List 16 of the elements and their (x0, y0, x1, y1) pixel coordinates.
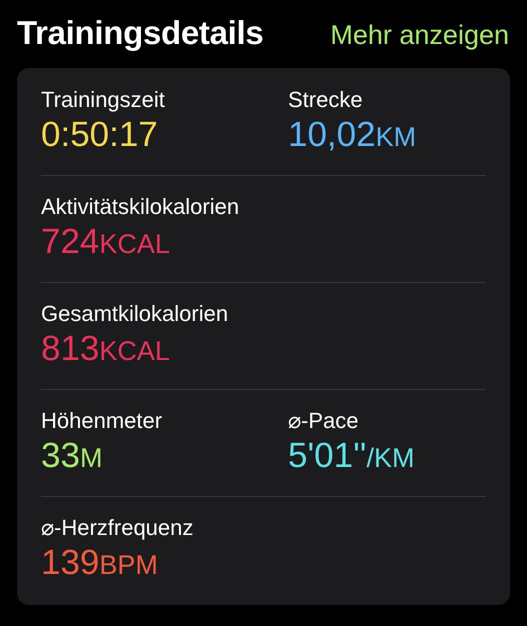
metric-value: 139BPM (41, 542, 158, 584)
metric-value: 5'01''/KM (288, 435, 414, 477)
metric-value: 10,02KM (288, 114, 416, 156)
metric-value: 813KCAL (41, 328, 170, 370)
metric-value: 0:50:17 (41, 114, 158, 156)
metric-label: ⌀-Pace (288, 408, 358, 434)
metric-label: ⌀-Herzfrequenz (41, 515, 194, 541)
section-title: Trainingsdetails (17, 14, 264, 52)
show-more-link[interactable]: Mehr anzeigen (330, 20, 509, 51)
metric-label: Höhenmeter (41, 408, 162, 434)
metric-value: 33M (41, 435, 102, 477)
metric-label: Strecke (288, 87, 363, 113)
metric-label: Trainingszeit (41, 87, 165, 113)
metric-label: Gesamtkilokalorien (41, 301, 228, 327)
metric-value: 724KCAL (41, 221, 170, 263)
metric-label: Aktivitätskilokalorien (41, 194, 240, 220)
